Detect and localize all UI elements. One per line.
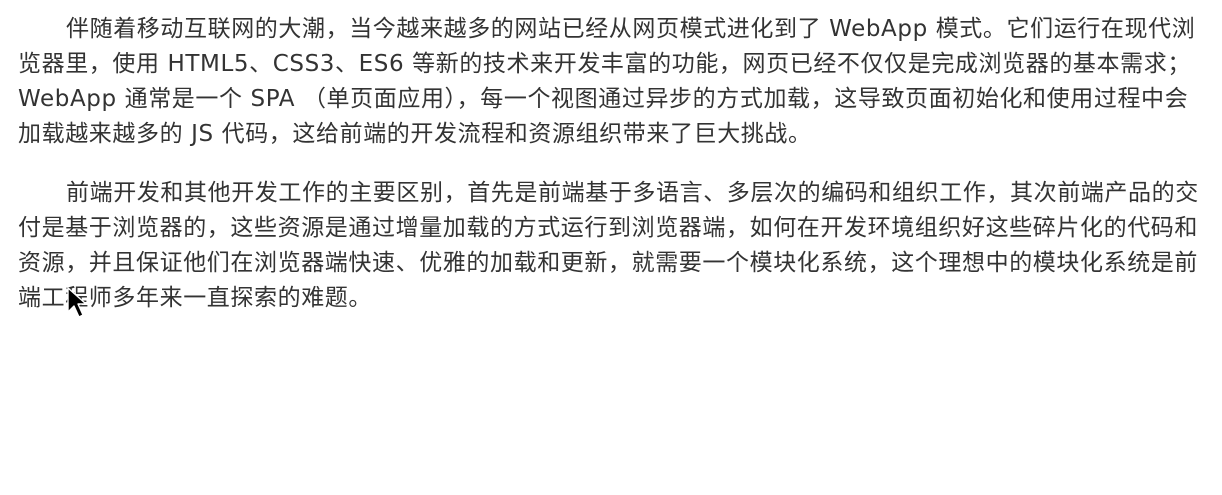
article-paragraph-2: 前端开发和其他开发工作的主要区别，首先是前端基于多语言、多层次的编码和组织工作，… [18, 180, 1199, 311]
article-paragraph-1: 伴随着移动互联网的大潮，当今越来越多的网站已经从网页模式进化到了 WebApp … [18, 16, 1196, 147]
article-content: 伴随着移动互联网的大潮，当今越来越多的网站已经从网页模式进化到了 WebApp … [18, 12, 1208, 316]
mouse-pointer-icon [67, 287, 87, 318]
